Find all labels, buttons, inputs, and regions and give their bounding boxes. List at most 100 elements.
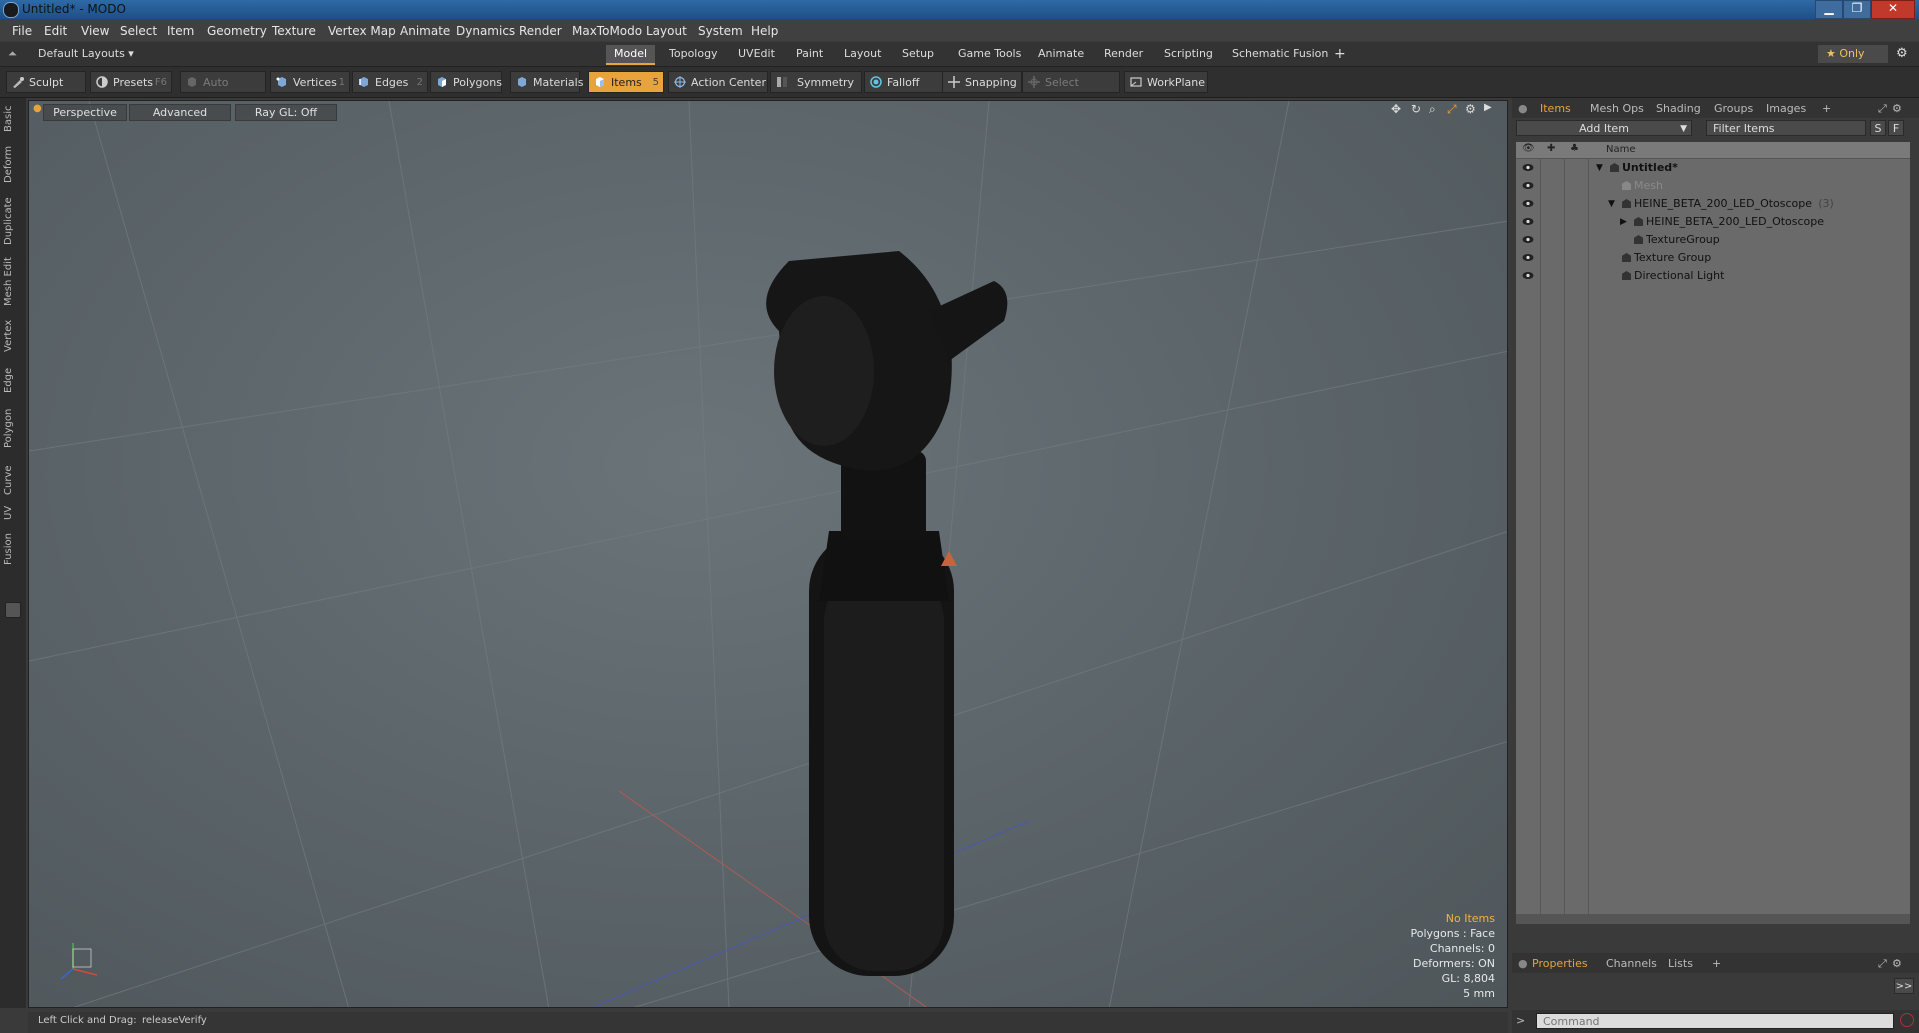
add-properties-tab-button[interactable]: +	[1712, 957, 1721, 970]
minimize-button[interactable]: ▁	[1815, 0, 1843, 19]
visibility-eye-icon[interactable]	[1522, 163, 1534, 172]
expand-arrow-icon[interactable]: ▼	[1608, 195, 1615, 213]
filter-f-button[interactable]: F	[1888, 120, 1904, 136]
pan-icon[interactable]: ✥	[1391, 102, 1401, 116]
tab-groups[interactable]: Groups	[1714, 102, 1753, 115]
panel-settings-icon[interactable]: ⚙	[1892, 102, 1902, 115]
tab-mesh-edit[interactable]: Mesh Edit	[3, 256, 21, 308]
menu-item[interactable]: Item	[167, 24, 194, 38]
sculpt-button[interactable]: Sculpt	[6, 71, 86, 93]
shading-advanced-dropdown[interactable]: Advanced	[129, 104, 231, 121]
menu-vertex-map[interactable]: Vertex Map	[328, 24, 396, 38]
tab-render[interactable]: Render	[1096, 45, 1151, 63]
tab-game-tools[interactable]: Game Tools	[950, 45, 1029, 63]
otoscope-model[interactable]	[766, 251, 1008, 976]
menu-edit[interactable]: Edit	[44, 24, 67, 38]
visibility-eye-icon[interactable]	[1522, 253, 1534, 262]
tab-duplicate[interactable]: Duplicate	[3, 194, 21, 248]
panel-menu-icon[interactable]: ●	[1518, 102, 1528, 115]
tab-curve[interactable]: Curve	[3, 460, 21, 500]
tab-uv[interactable]: UV	[3, 502, 21, 524]
tab-animate[interactable]: Animate	[1030, 45, 1092, 63]
properties-settings-icon[interactable]: ⚙	[1892, 957, 1902, 970]
close-button[interactable]: ✕	[1871, 0, 1915, 19]
item-row[interactable]: Texture Group	[1516, 249, 1910, 267]
select-through-button[interactable]: Select Through	[1022, 71, 1120, 111]
tab-shading[interactable]: Shading	[1656, 102, 1701, 115]
action-center-button[interactable]: Action Center	[668, 71, 768, 93]
menu-view[interactable]: View	[81, 24, 109, 38]
collapse-icon[interactable]: ⏶	[4, 45, 21, 63]
menu-layout[interactable]: Layout	[646, 24, 687, 38]
zoom-icon[interactable]: ⌕	[1429, 102, 1436, 117]
panel-expand-icon[interactable]: ⤢	[1878, 102, 1887, 116]
menu-help[interactable]: Help	[751, 24, 778, 38]
menu-file[interactable]: File	[12, 24, 32, 38]
tab-basic[interactable]: Basic	[3, 104, 21, 134]
polygons-button[interactable]: Polygons	[430, 71, 502, 93]
add-layout-button[interactable]: +	[1330, 45, 1350, 63]
item-row[interactable]: ▼ HEINE_BETA_200_LED_Otoscope (3)	[1516, 195, 1910, 213]
tab-layout[interactable]: Layout	[836, 45, 889, 63]
tab-mesh-ops[interactable]: Mesh Ops	[1590, 102, 1644, 115]
materials-button[interactable]: Materials	[510, 71, 583, 93]
properties-expand-button[interactable]: >>	[1894, 978, 1914, 994]
tab-topology[interactable]: Topology	[661, 45, 726, 63]
symmetry-button[interactable]: Symmetry	[770, 71, 862, 93]
rotate-icon[interactable]: ↻	[1411, 102, 1421, 116]
add-item-button[interactable]: Add Item ▼	[1516, 120, 1692, 136]
snapping-button[interactable]: Snapping	[942, 71, 1022, 93]
tab-setup[interactable]: Setup	[894, 45, 942, 63]
tab-lists[interactable]: Lists	[1668, 957, 1693, 970]
visibility-eye-icon[interactable]	[1522, 235, 1534, 244]
viewport-more-icon[interactable]: ▶	[1484, 102, 1492, 113]
visibility-eye-icon[interactable]	[1522, 217, 1534, 226]
filter-items-field[interactable]: Filter Items	[1706, 120, 1866, 136]
tab-fusion[interactable]: Fusion	[3, 530, 21, 568]
command-input[interactable]	[1536, 1013, 1894, 1029]
tab-properties[interactable]: Properties	[1532, 957, 1588, 970]
expand-arrow-icon[interactable]: ▶	[1620, 213, 1627, 231]
filter-s-button[interactable]: S	[1870, 120, 1886, 136]
menu-render[interactable]: Render	[519, 24, 562, 38]
properties-expand-icon[interactable]: ⤢	[1878, 957, 1887, 971]
command-record-icon[interactable]	[1900, 1013, 1914, 1027]
layout-preset-dropdown[interactable]: Default Layouts ▾	[30, 45, 142, 63]
tab-paint[interactable]: Paint	[788, 45, 831, 63]
visibility-column-icon[interactable]: 👁	[1522, 143, 1535, 154]
tab-vertex[interactable]: Vertex	[3, 316, 21, 356]
menu-dynamics[interactable]: Dynamics	[456, 24, 515, 38]
tab-options-icon[interactable]	[5, 602, 21, 618]
view-perspective-dropdown[interactable]: Perspective	[43, 104, 127, 121]
tab-scripting[interactable]: Scripting	[1156, 45, 1221, 63]
horizontal-scrollbar[interactable]	[1516, 914, 1910, 924]
workplane-button[interactable]: WorkPlane	[1124, 71, 1208, 93]
vertices-button[interactable]: Vertices 1	[270, 71, 350, 93]
menu-texture[interactable]: Texture	[272, 24, 316, 38]
add-panel-tab-button[interactable]: +	[1822, 102, 1831, 115]
presets-button[interactable]: Presets F6	[90, 71, 172, 93]
item-row[interactable]: Mesh	[1516, 177, 1910, 195]
tab-model[interactable]: Model	[606, 45, 656, 65]
tab-deform[interactable]: Deform	[3, 144, 21, 184]
visibility-eye-icon[interactable]	[1522, 271, 1534, 280]
restore-button[interactable]: ❐	[1843, 0, 1871, 19]
item-row[interactable]: Directional Light	[1516, 267, 1910, 285]
viewport-menu-dot-icon[interactable]: ●	[33, 103, 42, 114]
lock-column-icon[interactable]: ✚	[1547, 143, 1555, 154]
item-row[interactable]: TextureGroup	[1516, 231, 1910, 249]
item-row[interactable]: ▼ Untitled*	[1516, 159, 1910, 177]
menu-system[interactable]: System	[698, 24, 743, 38]
item-row[interactable]: ▶ HEINE_BETA_200_LED_Otoscope	[1516, 213, 1910, 231]
tab-uvedit[interactable]: UVEdit	[730, 45, 783, 63]
items-button[interactable]: Items 5	[588, 71, 664, 93]
tab-polygon[interactable]: Polygon	[3, 404, 21, 452]
menu-geometry[interactable]: Geometry	[207, 24, 267, 38]
edges-button[interactable]: Edges 2	[352, 71, 428, 93]
viewport-settings-icon[interactable]: ⚙	[1465, 102, 1476, 116]
tab-channels[interactable]: Channels	[1606, 957, 1657, 970]
tab-edge[interactable]: Edge	[3, 362, 21, 398]
menu-maxtomodo[interactable]: MaxToModo	[572, 24, 642, 38]
render-column-icon[interactable]: ♣	[1570, 143, 1579, 154]
menu-select[interactable]: Select	[120, 24, 157, 38]
